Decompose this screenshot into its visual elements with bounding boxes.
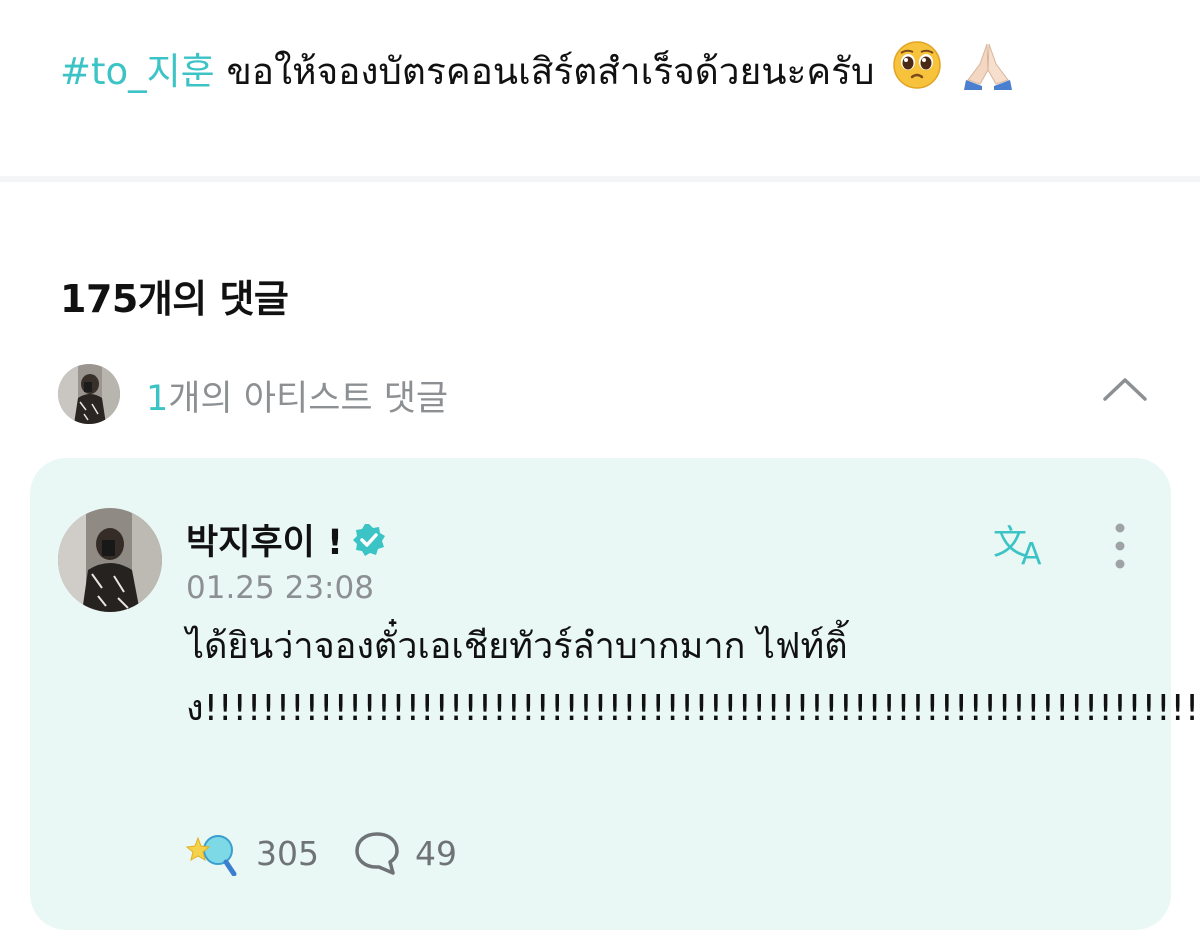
comment-author-line: 박지후이 !: [186, 514, 387, 565]
comment-body: ได้ยินว่าจองตั๋วเอเชียทัวร์ลำบากมาก ไฟท์…: [186, 626, 1200, 729]
verified-badge-icon: [352, 523, 385, 556]
artist-comments-toggle[interactable]: 1개의 아티스트 댓글: [58, 362, 1148, 424]
chevron-up-icon[interactable]: [1102, 374, 1148, 404]
like-wand-icon[interactable]: [186, 830, 238, 876]
pleading-face-emoji: [893, 41, 942, 89]
reply-count: 49: [415, 833, 457, 873]
comment-author-name[interactable]: 박지후이 !: [186, 514, 343, 565]
comment-reactions: 305 49: [186, 828, 457, 878]
artist-comment-count: 1: [146, 379, 169, 419]
folded-hands-emoji: [964, 43, 1013, 90]
section-divider: [0, 176, 1200, 182]
artist-comment-label-text: 개의 아티스트 댓글: [168, 379, 449, 419]
post-detail-page: #to_지훈 ขอให้จองบัตรคอนเสิร์ตสำเร็จด้วยนะ…: [0, 0, 1200, 938]
comment-timestamp: 01.25 23:08: [186, 570, 374, 606]
artist-avatar-small: [58, 364, 120, 424]
post-content: #to_지훈 ขอให้จองบัตรคอนเสิร์ตสำเร็จด้วยนะ…: [60, 40, 1160, 100]
artist-avatar[interactable]: [58, 508, 162, 612]
reply-bubble-icon[interactable]: [353, 830, 401, 876]
translate-icon[interactable]: 文 A: [993, 520, 1053, 568]
more-options-icon[interactable]: [1110, 522, 1130, 570]
post-hashtag-link[interactable]: #to_지훈: [60, 50, 215, 93]
like-count: 305: [256, 833, 319, 873]
artist-comments-label: 1개의 아티스트 댓글: [146, 370, 448, 421]
svg-text:A: A: [1021, 537, 1042, 568]
post-text: ขอให้จองบัตรคอนเสิร์ตสำเร็จด้วยนะครับ: [214, 50, 875, 93]
comment-count-heading: 175개의 댓글: [60, 277, 289, 321]
artist-comment-card: 박지후이 ! 01.25 23:08 ได้ยินว่าจองตั๋วเอเชี…: [30, 458, 1200, 930]
